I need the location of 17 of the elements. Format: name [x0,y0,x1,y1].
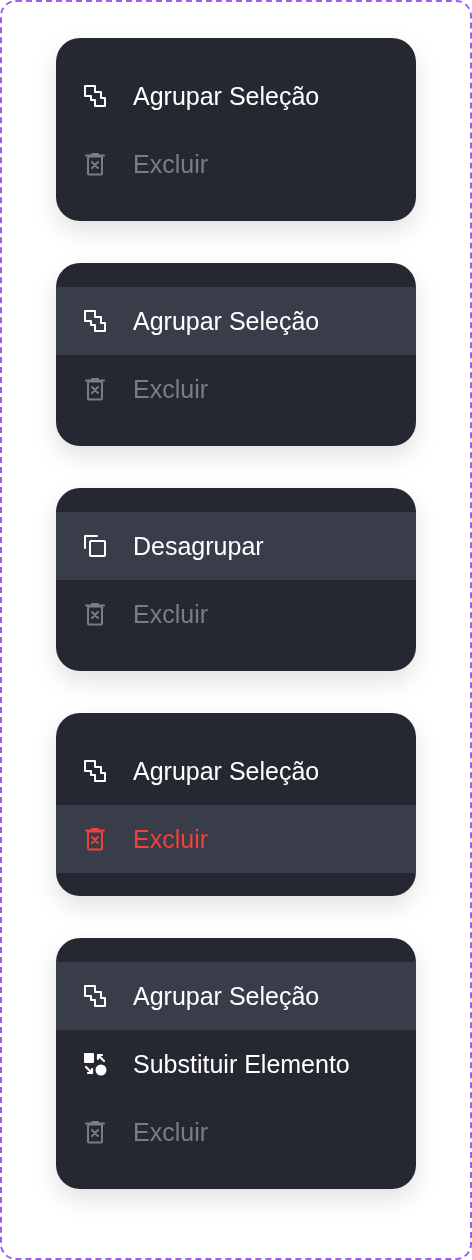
trash-icon [83,1120,107,1144]
trash-icon [83,152,107,176]
group-icon [83,309,107,333]
group-icon [83,984,107,1008]
group-icon [83,759,107,783]
menu-item[interactable]: Agrupar Seleção [56,287,416,355]
trash-icon [83,602,107,626]
group-icon [83,84,107,108]
menu-item[interactable]: Agrupar Seleção [56,62,416,130]
menu-item[interactable]: Agrupar Seleção [56,962,416,1030]
ungroup-icon [83,534,107,558]
replace-icon [83,1052,107,1076]
trash-icon [83,827,107,851]
menu-item[interactable]: Agrupar Seleção [56,737,416,805]
menu-item[interactable]: Substituir Elemento [56,1030,416,1098]
menu-item[interactable]: Desagrupar [56,512,416,580]
trash-icon [83,377,107,401]
